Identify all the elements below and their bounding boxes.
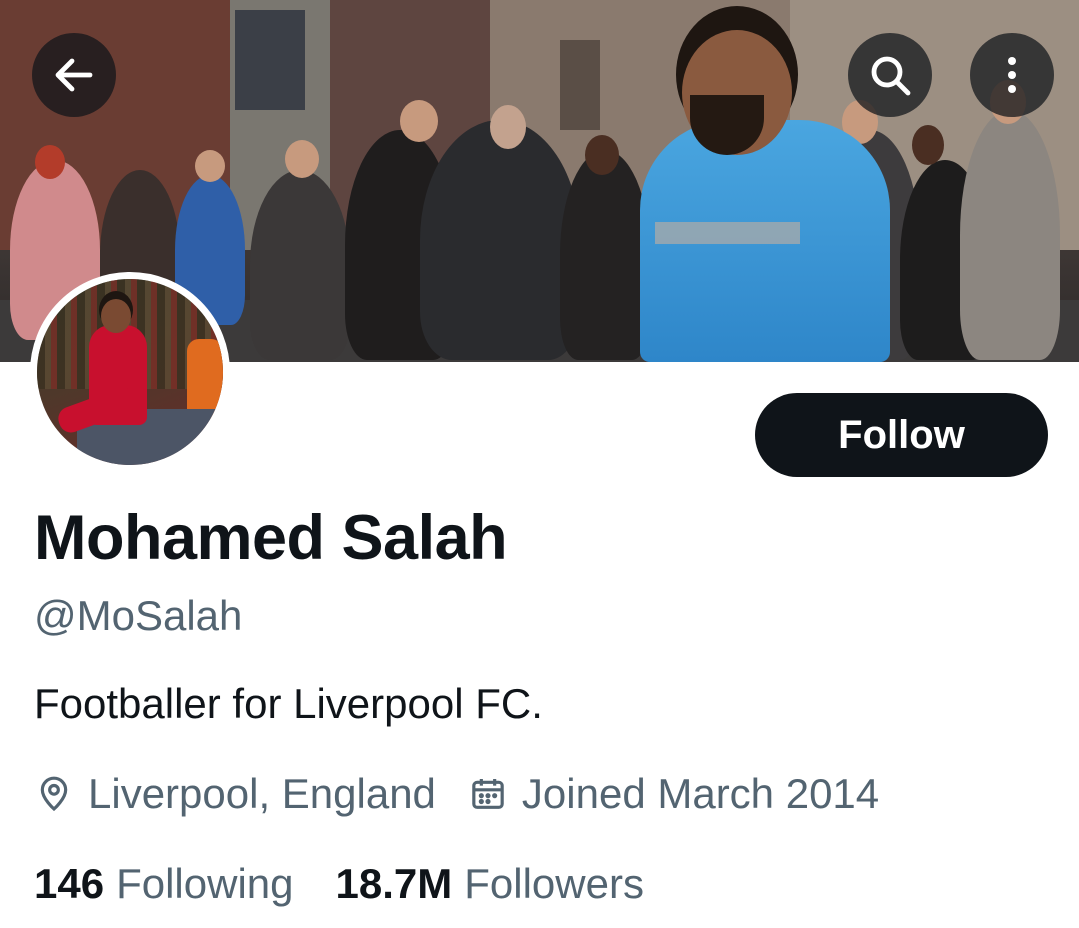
profile-stats: 146 Following 18.7M Followers	[34, 860, 686, 908]
location-pin-icon	[34, 774, 74, 814]
location-item: Liverpool, England	[34, 770, 436, 818]
banner-window	[235, 10, 305, 110]
profile-bio: Footballer for Liverpool FC.	[34, 680, 543, 727]
joined-item: Joined March 2014	[468, 770, 879, 818]
followers-link[interactable]: 18.7M Followers	[336, 860, 644, 908]
banner-runner-stripe	[655, 222, 800, 244]
banner-head	[35, 145, 65, 179]
banner-head	[400, 100, 438, 142]
following-count: 146	[34, 860, 105, 907]
search-icon	[866, 51, 914, 99]
banner-head	[585, 135, 619, 175]
avatar-steward	[187, 339, 223, 419]
display-name: Mohamed Salah	[34, 503, 508, 573]
banner-head	[285, 140, 319, 178]
profile-meta: Liverpool, England Joined March 2014	[34, 770, 911, 818]
back-button[interactable]	[32, 33, 116, 117]
banner-window	[560, 40, 600, 130]
followers-count: 18.7M	[335, 860, 453, 907]
joined-text: Joined March 2014	[521, 770, 880, 817]
more-options-button[interactable]	[970, 33, 1054, 117]
arrow-left-icon	[50, 51, 98, 99]
location-text: Liverpool, England	[88, 770, 436, 817]
banner-person	[960, 110, 1060, 360]
follow-button[interactable]: Follow	[755, 393, 1048, 477]
avatar-player-head	[101, 299, 131, 333]
search-button[interactable]	[848, 33, 932, 117]
user-handle: @MoSalah	[34, 592, 243, 639]
banner-head	[195, 150, 225, 182]
banner-head	[912, 125, 944, 165]
banner-person	[250, 170, 350, 360]
banner-head	[490, 105, 526, 149]
banner-person	[560, 150, 650, 360]
following-link[interactable]: 146 Following	[34, 860, 294, 908]
following-label: Following	[116, 860, 294, 907]
calendar-icon	[468, 774, 508, 814]
followers-label: Followers	[464, 860, 644, 907]
banner-person	[420, 120, 580, 360]
more-vertical-icon	[988, 51, 1036, 99]
profile-avatar[interactable]	[30, 272, 230, 472]
